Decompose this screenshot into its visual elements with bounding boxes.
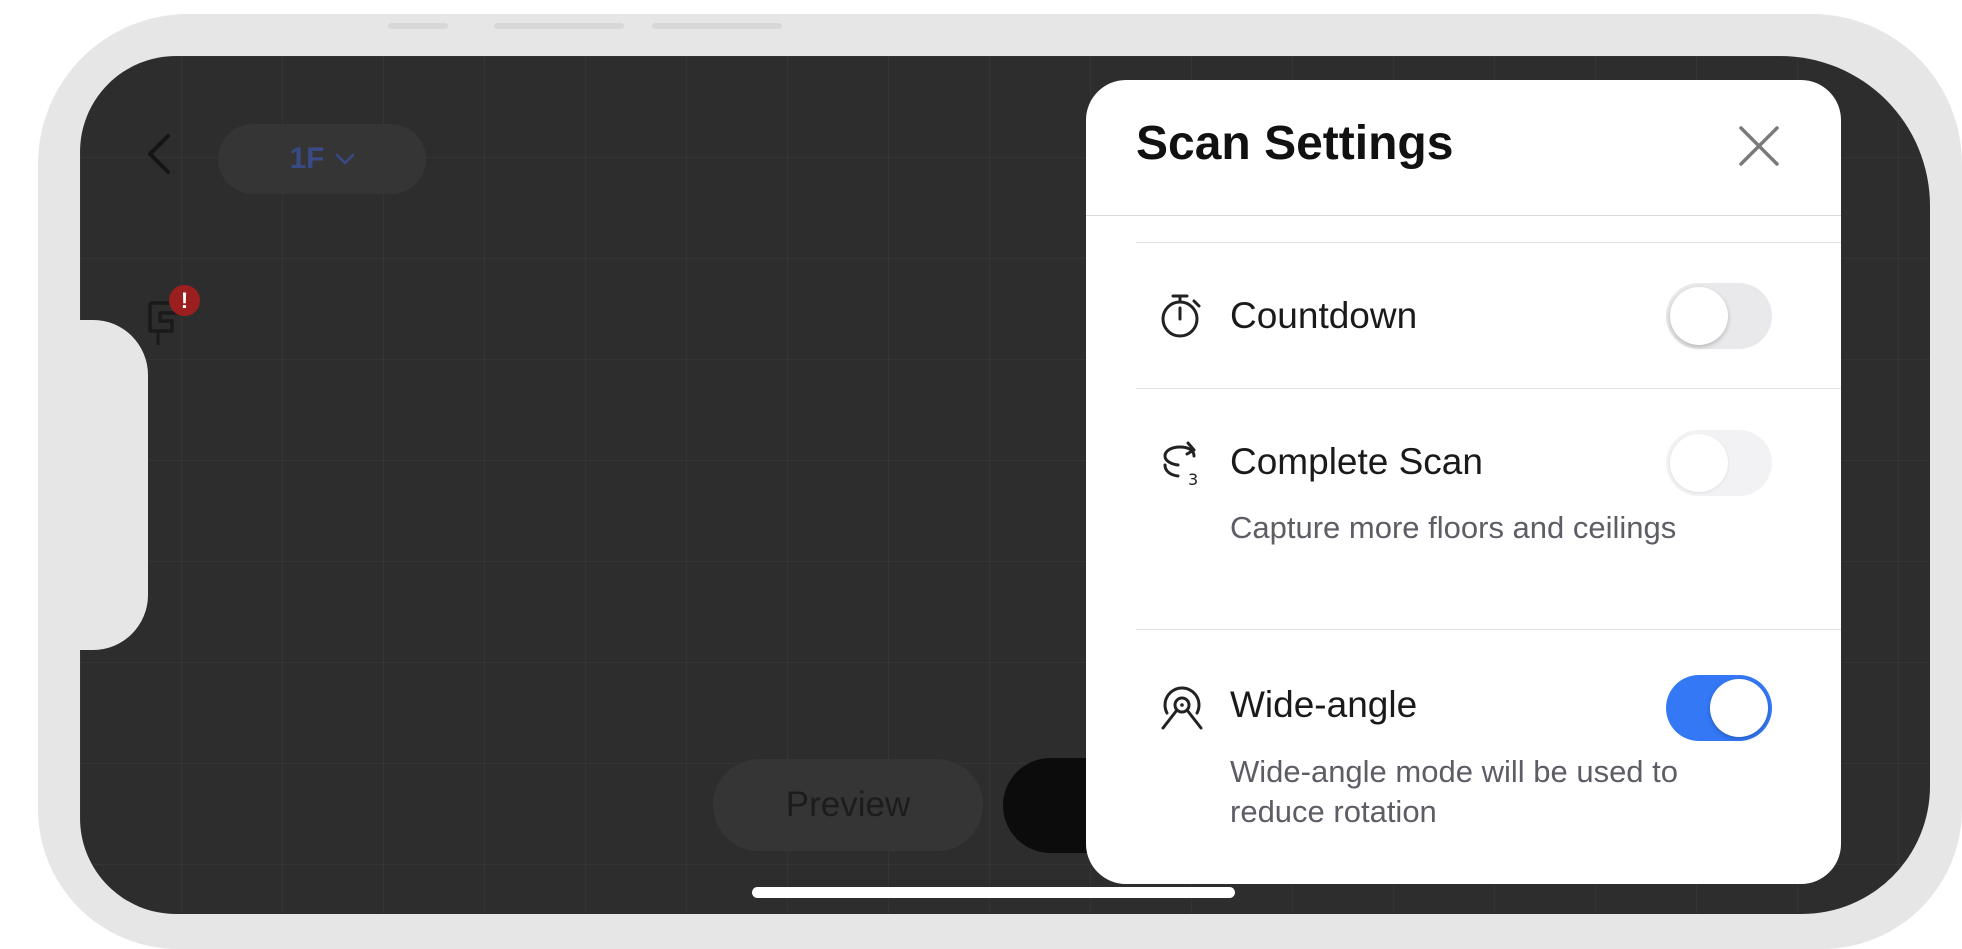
close-icon[interactable] bbox=[1736, 123, 1782, 169]
warning-badge[interactable]: ! bbox=[169, 285, 200, 316]
wide-angle-icon bbox=[1161, 686, 1203, 730]
setting-title-wide-angle: Wide-angle bbox=[1230, 684, 1418, 725]
divider bbox=[1136, 629, 1841, 630]
sheet-title: Scan Settings bbox=[1136, 117, 1454, 170]
chevron-down-icon bbox=[335, 153, 354, 165]
setting-title-countdown: Countdown bbox=[1230, 295, 1418, 336]
scan-settings-sheet: Scan Settings Countdown 3 Complete Scan … bbox=[1086, 80, 1841, 884]
preview-button[interactable]: Preview bbox=[713, 759, 983, 851]
svg-text:3: 3 bbox=[1188, 470, 1198, 488]
complete-scan-toggle[interactable] bbox=[1666, 430, 1772, 496]
stopwatch-icon bbox=[1161, 294, 1201, 338]
setting-desc-wide-angle: Wide-angle mode will be used to reduce r… bbox=[1230, 754, 1679, 829]
back-chevron-icon[interactable] bbox=[138, 132, 182, 176]
hardware-button bbox=[388, 23, 448, 29]
home-indicator bbox=[752, 887, 1235, 898]
hardware-button bbox=[494, 23, 624, 29]
setting-desc-complete-scan: Capture more floors and ceilings bbox=[1230, 510, 1677, 545]
header-divider bbox=[1086, 215, 1841, 216]
countdown-toggle[interactable] bbox=[1666, 283, 1772, 349]
divider bbox=[1136, 242, 1841, 243]
rotate-3-icon: 3 bbox=[1163, 441, 1198, 488]
wide-angle-toggle[interactable] bbox=[1666, 675, 1772, 741]
floor-label: 1F bbox=[289, 142, 325, 175]
camera-notch bbox=[80, 320, 148, 650]
divider bbox=[1136, 388, 1841, 389]
toggle-knob bbox=[1670, 287, 1728, 345]
toggle-knob bbox=[1670, 434, 1728, 492]
floor-selector[interactable]: 1F bbox=[218, 124, 426, 194]
setting-title-complete-scan: Complete Scan bbox=[1230, 441, 1483, 482]
toggle-knob bbox=[1710, 679, 1768, 737]
hardware-button bbox=[652, 23, 782, 29]
